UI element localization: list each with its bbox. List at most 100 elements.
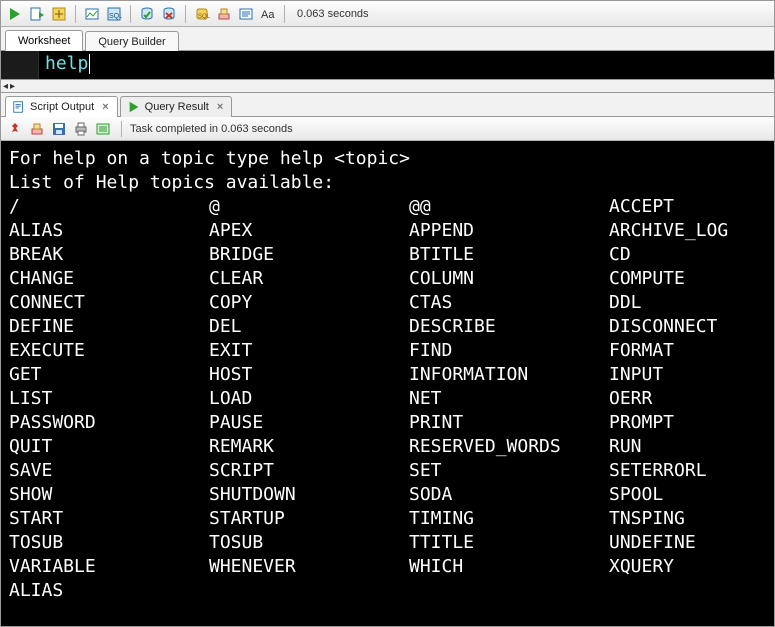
help-topic: TOSUB — [209, 531, 409, 555]
autotrace-button[interactable] — [82, 4, 102, 24]
explain-plan-button[interactable] — [49, 4, 69, 24]
help-topic: BRIDGE — [209, 243, 409, 267]
help-topic: QUIT — [9, 435, 209, 459]
toolbar-separator — [185, 5, 186, 23]
help-topic: BREAK — [9, 243, 209, 267]
help-topic: CHANGE — [9, 267, 209, 291]
help-topic: START — [9, 507, 209, 531]
sql-history-button[interactable] — [236, 4, 256, 24]
help-topics-grid: /@@@ACCEPTALIASAPEXAPPENDARCHIVE_LOGBREA… — [9, 195, 766, 603]
close-icon[interactable]: × — [102, 101, 108, 113]
help-topic: CD — [609, 243, 766, 267]
help-topic: @@ — [409, 195, 609, 219]
help-topic: SCRIPT — [209, 459, 409, 483]
help-topic: PRINT — [409, 411, 609, 435]
help-topic: COMPUTE — [609, 267, 766, 291]
toolbar-separator — [121, 121, 122, 137]
help-topic: APEX — [209, 219, 409, 243]
help-topic: SPOOL — [609, 483, 766, 507]
help-topic: DDL — [609, 291, 766, 315]
tab-query-result[interactable]: Query Result × — [120, 96, 233, 117]
editor-content: help — [45, 53, 88, 74]
script-output-console[interactable]: For help on a topic type help <topic>Lis… — [1, 141, 774, 626]
task-status-label: Task completed in 0.063 seconds — [130, 123, 293, 135]
buffer-size-button[interactable] — [93, 119, 113, 139]
elapsed-time-label: 0.063 seconds — [297, 8, 369, 20]
sql-editor: help — [1, 51, 774, 79]
script-output-icon — [12, 100, 26, 114]
help-topic: EXECUTE — [9, 339, 209, 363]
help-topic: RESERVED_WORDS — [409, 435, 609, 459]
toolbar-separator — [130, 5, 131, 23]
clear-output-button[interactable] — [27, 119, 47, 139]
to-upper-lower-button[interactable]: Aa — [258, 4, 278, 24]
help-topic: TTITLE — [409, 531, 609, 555]
editor-gutter — [1, 51, 39, 79]
help-topic: CTAS — [409, 291, 609, 315]
help-topic: DEL — [209, 315, 409, 339]
help-topic: TNSPING — [609, 507, 766, 531]
help-topic: REMARK — [209, 435, 409, 459]
scroll-left-icon[interactable]: ◂ — [3, 81, 8, 92]
toolbar-separator — [75, 5, 76, 23]
help-topic: ACCEPT — [609, 195, 766, 219]
help-topic: SAVE — [9, 459, 209, 483]
output-line: List of Help topics available: — [9, 171, 766, 195]
run-script-button[interactable] — [27, 4, 47, 24]
help-topic: HOST — [209, 363, 409, 387]
help-topic: WHENEVER — [209, 555, 409, 579]
sql-editor-input[interactable]: help — [39, 51, 774, 79]
close-icon[interactable]: × — [217, 101, 223, 113]
toolbar-separator — [284, 5, 285, 23]
clear-button[interactable] — [214, 4, 234, 24]
tab-script-output[interactable]: Script Output × — [5, 96, 118, 117]
help-topic: ARCHIVE_LOG — [609, 219, 766, 243]
help-topic: RUN — [609, 435, 766, 459]
help-topic: SETERRORL — [609, 459, 766, 483]
help-topic: COPY — [209, 291, 409, 315]
help-topic: SET — [409, 459, 609, 483]
help-topic: NET — [409, 387, 609, 411]
help-topic: DEFINE — [9, 315, 209, 339]
help-topic: TOSUB — [9, 531, 209, 555]
editor-scroll-controls: ◂ ▸ — [1, 79, 774, 93]
tab-worksheet[interactable]: Worksheet — [5, 30, 83, 51]
help-topic: SODA — [409, 483, 609, 507]
help-topic: SHUTDOWN — [209, 483, 409, 507]
help-topic: STARTUP — [209, 507, 409, 531]
tab-query-builder[interactable]: Query Builder — [85, 31, 178, 51]
help-topic: APPEND — [409, 219, 609, 243]
rollback-button[interactable] — [159, 4, 179, 24]
help-topic: ALIAS — [9, 579, 209, 603]
print-output-button[interactable] — [71, 119, 91, 139]
commit-button[interactable] — [137, 4, 157, 24]
help-topic: UNDEFINE — [609, 531, 766, 555]
save-output-button[interactable] — [49, 119, 69, 139]
sql-tuning-button[interactable]: SQL — [104, 4, 124, 24]
unshared-worksheet-button[interactable]: SQL — [192, 4, 212, 24]
help-topic: XQUERY — [609, 555, 766, 579]
scroll-right-icon[interactable]: ▸ — [10, 81, 15, 92]
help-topic: OERR — [609, 387, 766, 411]
help-topic: ALIAS — [9, 219, 209, 243]
svg-text:SQL: SQL — [109, 13, 122, 20]
results-toolbar: Task completed in 0.063 seconds — [1, 117, 774, 141]
text-caret — [89, 54, 90, 74]
help-topic: VARIABLE — [9, 555, 209, 579]
help-topic: FORMAT — [609, 339, 766, 363]
main-toolbar: SQL SQL Aa 0.063 seconds — [1, 1, 774, 27]
help-topic: PASSWORD — [9, 411, 209, 435]
run-statement-button[interactable] — [5, 4, 25, 24]
results-tab-row: Script Output × Query Result × — [1, 93, 774, 117]
pin-button[interactable] — [5, 119, 25, 139]
tab-script-output-label: Script Output — [30, 101, 94, 113]
help-topic: TIMING — [409, 507, 609, 531]
help-topic: INPUT — [609, 363, 766, 387]
help-topic: BTITLE — [409, 243, 609, 267]
help-topic: FIND — [409, 339, 609, 363]
help-topic: LIST — [9, 387, 209, 411]
help-topic: EXIT — [209, 339, 409, 363]
help-topic: DISCONNECT — [609, 315, 766, 339]
help-topic: WHICH — [409, 555, 609, 579]
help-topic: GET — [9, 363, 209, 387]
